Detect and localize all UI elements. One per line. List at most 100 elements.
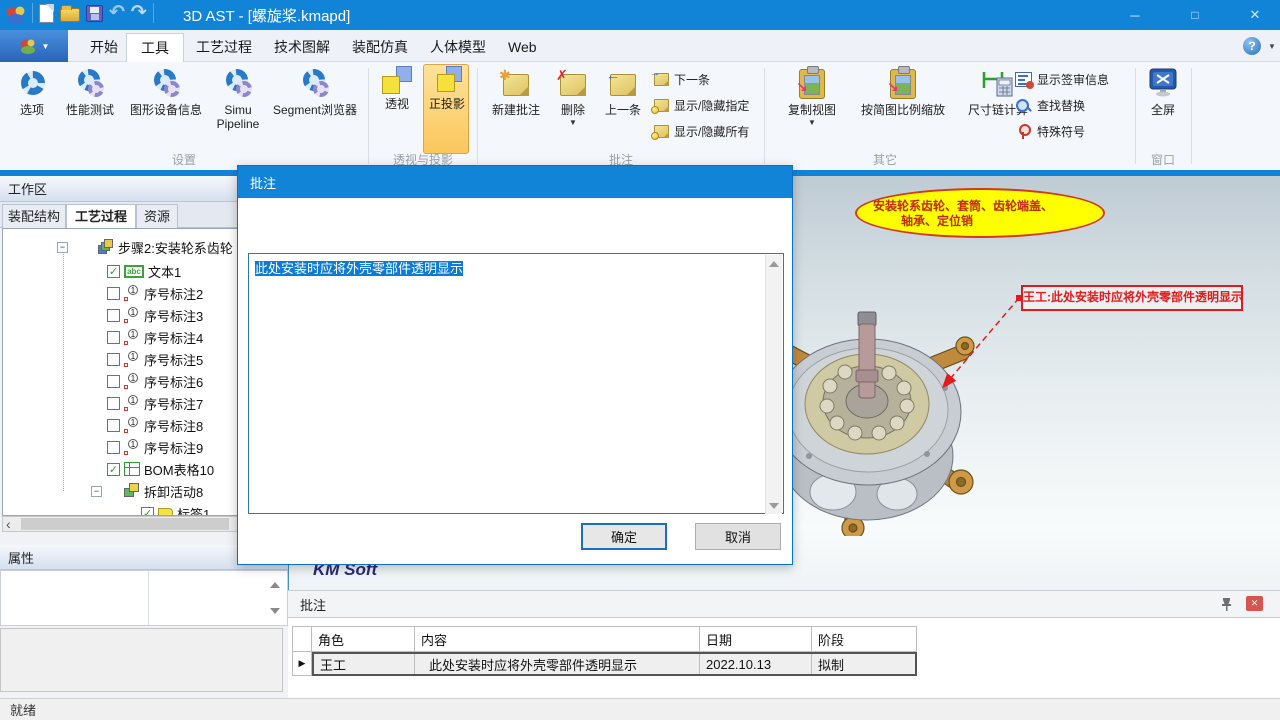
tree-node-disassembly8[interactable]: − 拆卸活动8: [91, 481, 203, 501]
title-bar: ↶ ↷ 3D AST - [螺旋桨.kmapd] ─ □ ✕: [0, 0, 1280, 30]
segment-browser-button[interactable]: Segment浏览器: [266, 66, 364, 117]
checkbox-unchecked[interactable]: [107, 353, 120, 366]
checkbox-unchecked[interactable]: [107, 309, 120, 322]
tree-node-balloon6[interactable]: 1 序号标注6: [107, 371, 203, 391]
special-symbol-item[interactable]: 特殊符号: [1015, 120, 1085, 142]
tab-assembly-structure[interactable]: 装配结构: [2, 204, 66, 228]
column-header-date[interactable]: 日期: [700, 626, 812, 652]
options-button[interactable]: 选项: [6, 66, 58, 117]
note-bulb-icon: [654, 125, 669, 138]
scale-by-sketch-button[interactable]: ↘ 按简图比例缩放: [849, 66, 957, 117]
tree-node-balloon3[interactable]: 1 序号标注3: [107, 305, 203, 325]
new-file-icon[interactable]: [39, 4, 54, 23]
app-menu-button[interactable]: ▼: [0, 30, 68, 62]
status-bar: 就绪: [0, 698, 1280, 720]
checkbox-unchecked[interactable]: [107, 441, 120, 454]
tree-node-balloon2[interactable]: 1 序号标注2: [107, 283, 203, 303]
undo-icon[interactable]: ↶: [109, 3, 125, 23]
tree-node-label1[interactable]: ✓ 标签1: [141, 503, 210, 516]
tab-start[interactable]: 开始: [76, 33, 132, 62]
tab-process[interactable]: 工艺过程: [182, 33, 266, 62]
find-replace-item[interactable]: 查找替换: [1015, 94, 1085, 116]
scrollbar-thumb[interactable]: [21, 518, 229, 530]
previous-annotation-button[interactable]: ← 上一条: [598, 66, 648, 117]
tree-node-balloon4[interactable]: 1 序号标注4: [107, 327, 203, 347]
ok-button[interactable]: 确定: [581, 523, 667, 550]
tab-assembly-sim[interactable]: 装配仿真: [338, 33, 422, 62]
minimize-button[interactable]: ─: [1112, 0, 1158, 30]
next-annotation-item[interactable]: → 下一条: [654, 68, 710, 90]
gears-icon: [73, 66, 107, 100]
textarea-scrollbar[interactable]: [765, 255, 782, 514]
ribbon-group-annotation: ✱ 新建批注 ✗ 删除 ▼ ← 上一条 → 下一条: [478, 62, 764, 170]
checkbox-checked[interactable]: ✓: [107, 463, 120, 476]
checkbox-unchecked[interactable]: [107, 375, 120, 388]
gear-icon: [15, 66, 49, 100]
scroll-down-button[interactable]: [265, 599, 285, 623]
tab-human-model[interactable]: 人体模型: [416, 33, 500, 62]
tree-node-balloon9[interactable]: 1 序号标注9: [107, 437, 203, 457]
chevron-down-icon[interactable]: ▼: [569, 118, 577, 127]
tab-tools[interactable]: 工具: [126, 33, 184, 62]
close-button[interactable]: ✕: [1232, 0, 1278, 30]
perspective-button[interactable]: 透视: [375, 66, 419, 111]
annotation-callout[interactable]: 王工:此处安装时应将外壳零部件透明显示: [1021, 285, 1243, 311]
maximize-button[interactable]: □: [1172, 0, 1218, 30]
graphics-device-info-button[interactable]: 图形设备信息: [122, 66, 210, 117]
tree-node-balloon8[interactable]: 1 序号标注8: [107, 415, 203, 435]
scroll-down-button[interactable]: [764, 497, 784, 514]
dialog-title-bar[interactable]: 批注: [238, 166, 792, 198]
workspace-title: 工作区: [8, 179, 47, 198]
pin-icon[interactable]: [1220, 597, 1233, 612]
cell-date[interactable]: 2022.10.13: [700, 654, 812, 674]
tree-node-balloon7[interactable]: 1 序号标注7: [107, 393, 203, 413]
tab-resources[interactable]: 资源: [136, 204, 178, 228]
collapse-icon[interactable]: −: [57, 242, 68, 253]
help-icon[interactable]: ?: [1243, 37, 1261, 55]
column-header-content[interactable]: 内容: [415, 626, 700, 652]
chevron-down-icon[interactable]: ▼: [808, 118, 816, 127]
show-sign-info-item[interactable]: 显示签审信息: [1015, 68, 1109, 90]
scroll-up-button[interactable]: [265, 573, 285, 597]
panel-close-button[interactable]: ✕: [1246, 596, 1263, 611]
cell-stage[interactable]: 拟制: [812, 654, 915, 674]
orthographic-button[interactable]: 正投影: [425, 66, 469, 111]
row-selector[interactable]: ▶: [292, 652, 312, 676]
dimension-chain-icon: [981, 66, 1015, 100]
tab-process-tree[interactable]: 工艺过程: [66, 204, 136, 228]
show-hide-specified-item[interactable]: 显示/隐藏指定: [654, 94, 749, 116]
column-header-role[interactable]: 角色: [312, 626, 415, 652]
checkbox-unchecked[interactable]: [107, 397, 120, 410]
checkbox-unchecked[interactable]: [107, 331, 120, 344]
open-file-icon[interactable]: [60, 8, 80, 22]
show-hide-all-item[interactable]: 显示/隐藏所有: [654, 120, 749, 142]
checkbox-checked[interactable]: ✓: [107, 265, 120, 278]
delete-annotation-button[interactable]: ✗ 删除 ▼: [552, 66, 594, 127]
checkbox-checked[interactable]: ✓: [141, 507, 154, 517]
scroll-up-button[interactable]: [764, 255, 784, 272]
tree-node-balloon5[interactable]: 1 序号标注5: [107, 349, 203, 369]
fullscreen-button[interactable]: 全屏: [1140, 66, 1186, 117]
cell-content[interactable]: 此处安装时应将外壳零部件透明显示: [415, 654, 700, 674]
tree-node-step2[interactable]: − 步骤2:安装轮系齿轮: [57, 237, 233, 257]
checkbox-unchecked[interactable]: [107, 419, 120, 432]
save-icon[interactable]: [86, 5, 103, 22]
checkbox-unchecked[interactable]: [107, 287, 120, 300]
simu-pipeline-button[interactable]: Simu Pipeline: [212, 66, 264, 131]
cell-role[interactable]: 王工: [314, 654, 415, 674]
copy-view-button[interactable]: ↘ 复制视图 ▼: [781, 66, 843, 127]
clipboard-icon: ↘: [798, 66, 826, 100]
cancel-button[interactable]: 取消: [695, 523, 781, 550]
new-annotation-button[interactable]: ✱ 新建批注: [486, 66, 546, 117]
tab-tech-diagram[interactable]: 技术图解: [260, 33, 344, 62]
chevron-down-icon[interactable]: ▼: [1268, 42, 1276, 51]
tab-web[interactable]: Web: [494, 33, 551, 62]
redo-icon[interactable]: ↷: [131, 3, 147, 23]
tree-node-text1[interactable]: ✓ abc 文本1: [107, 261, 181, 281]
scroll-left-arrow[interactable]: ‹: [6, 516, 11, 532]
tree-node-bom10[interactable]: ✓ BOM表格10: [107, 459, 214, 479]
column-header-stage[interactable]: 阶段: [812, 626, 917, 652]
collapse-icon[interactable]: −: [91, 486, 102, 497]
annotation-text-area[interactable]: 此处安装时应将外壳零部件透明显示: [248, 253, 784, 514]
performance-test-button[interactable]: 性能测试: [60, 66, 120, 117]
